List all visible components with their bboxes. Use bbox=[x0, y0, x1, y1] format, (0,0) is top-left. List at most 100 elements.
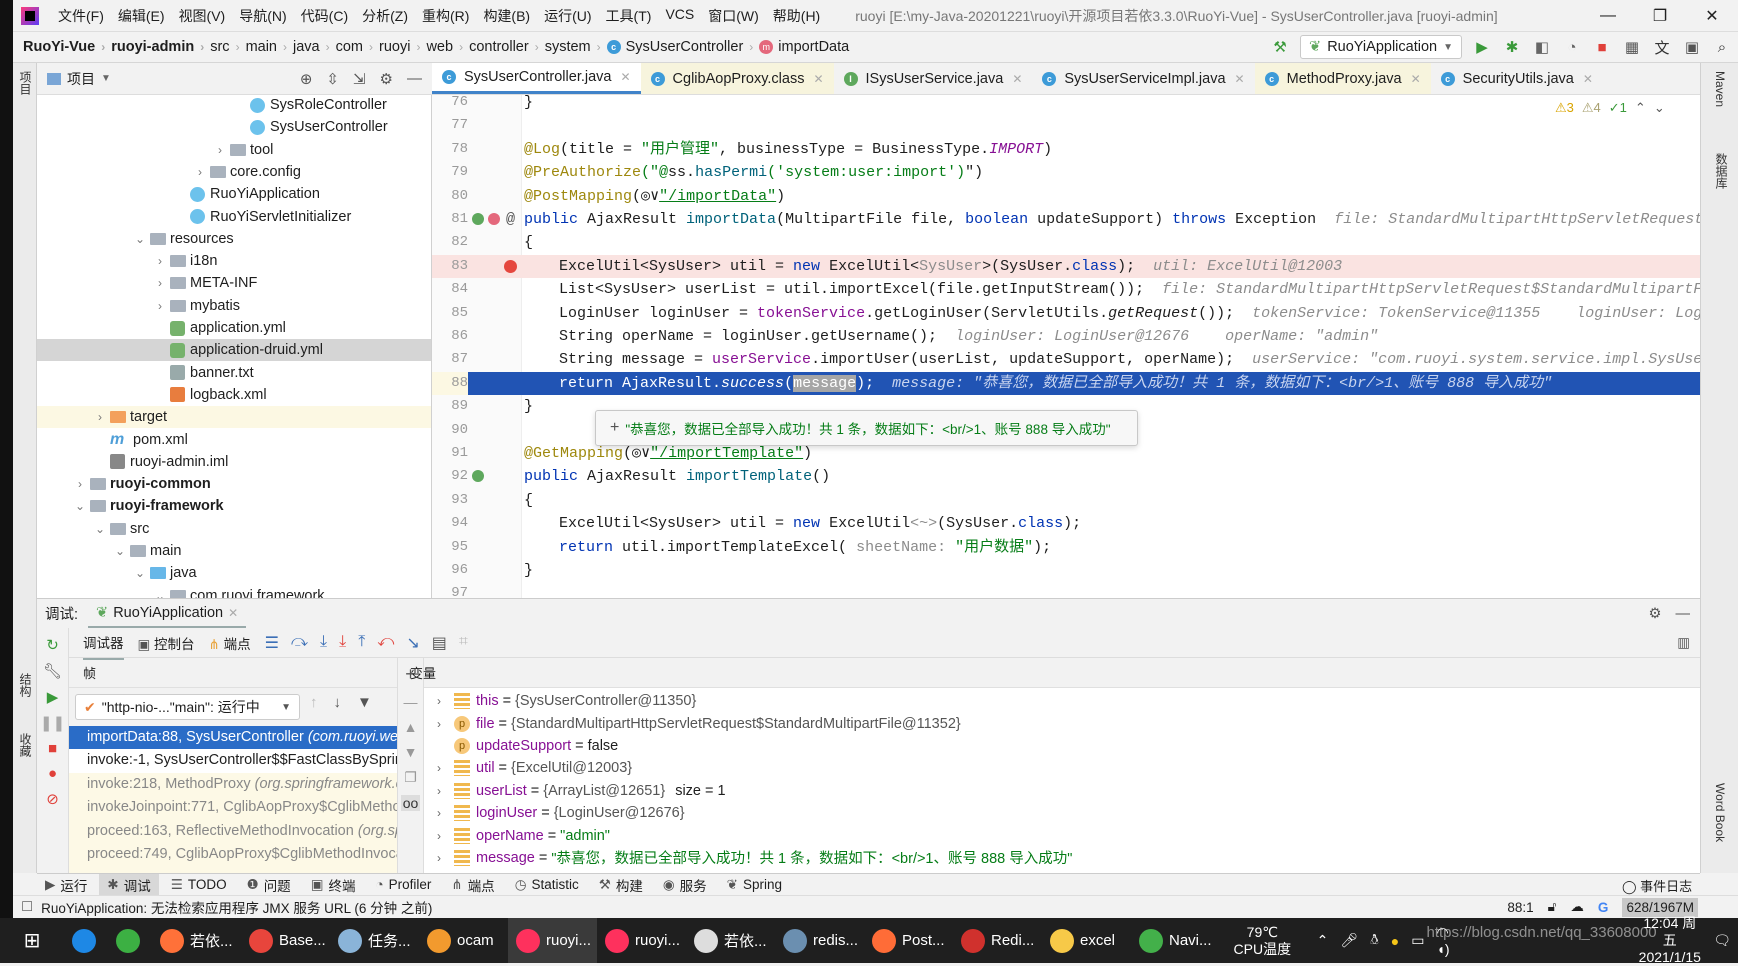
spring-bean-icon[interactable] bbox=[472, 470, 484, 483]
breadcrumb-item[interactable]: ruoyi › bbox=[379, 39, 426, 55]
profile-icon[interactable]: ◔ bbox=[1562, 39, 1582, 56]
menu-item[interactable]: 视图(V) bbox=[172, 6, 233, 26]
force-step-into-icon[interactable]: ⤓ bbox=[339, 633, 346, 653]
chevron-right-icon[interactable]: › bbox=[424, 761, 454, 775]
close-tab-icon[interactable]: ✕ bbox=[620, 70, 630, 84]
project-tool-button[interactable]: 项目 bbox=[17, 71, 34, 95]
network-icon[interactable]: ◠ ◖) https://blog.csdn.net/qq_33608000 bbox=[1426, 924, 1656, 957]
tool-window-tab[interactable]: ☰ TODO bbox=[163, 874, 235, 895]
arrow-down-icon[interactable]: ↓ bbox=[334, 694, 342, 711]
line-number[interactable]: 77 bbox=[432, 114, 468, 137]
lock-icon[interactable]: 🔓︎ bbox=[1548, 899, 1557, 915]
chevron-right-icon[interactable]: › bbox=[90, 410, 110, 424]
line-number[interactable]: 89 bbox=[432, 395, 468, 418]
maven-tool-button[interactable]: Maven bbox=[1713, 71, 1727, 107]
variable-row[interactable]: › userList = {ArrayList@12651} size = 1 bbox=[424, 780, 726, 802]
menu-item[interactable]: 代码(C) bbox=[294, 6, 355, 26]
editor-tab[interactable]: c SysUserServiceImpl.java ✕ bbox=[1032, 63, 1254, 94]
tool-window-tab[interactable]: ◷ Statistic bbox=[507, 874, 587, 895]
move-up-icon[interactable]: ▲ bbox=[404, 719, 418, 735]
tool-window-tab[interactable]: ❶ 问题 bbox=[239, 874, 299, 895]
build-hammer-icon[interactable]: ⚒ bbox=[1270, 38, 1290, 56]
breakpoint-icon[interactable] bbox=[504, 259, 517, 273]
close-tab-icon[interactable]: ✕ bbox=[813, 72, 823, 86]
pause-icon[interactable]: ❚❚ bbox=[40, 714, 65, 732]
line-number[interactable]: 97 bbox=[432, 582, 468, 598]
chevron-right-icon[interactable]: › bbox=[190, 165, 210, 179]
chevron-down-icon[interactable]: ⌄ bbox=[110, 544, 130, 558]
tab-endpoints[interactable]: ⋔ 端点 bbox=[209, 633, 251, 653]
word-book-tool-button[interactable]: Word Book bbox=[1713, 783, 1727, 842]
step-into-icon[interactable]: ⤓ bbox=[320, 633, 327, 653]
tree-item[interactable]: RuoYiApplication bbox=[37, 183, 431, 205]
chevron-down-icon[interactable]: ⌄ bbox=[130, 566, 150, 580]
variable-row[interactable]: › message = "恭喜您，数据已全部导入成功！共 1 条，数据如下：<br/>… bbox=[424, 847, 1072, 869]
stack-frame[interactable]: invokeJoinpoint:771, CglibAopProxy$Cglib… bbox=[69, 796, 397, 819]
chevron-down-icon[interactable]: ▼ bbox=[101, 73, 111, 84]
cloud-gear-icon[interactable]: ☁ bbox=[1570, 899, 1584, 915]
close-button[interactable]: ✕ bbox=[1686, 6, 1738, 26]
chevron-down-icon[interactable]: ⌄ bbox=[1654, 100, 1665, 116]
show-execution-point-icon[interactable]: ☰ bbox=[265, 633, 279, 653]
breadcrumb-item[interactable]: m importData bbox=[759, 39, 849, 55]
stop-icon[interactable]: ■ bbox=[1592, 39, 1612, 56]
breadcrumb-item[interactable]: ruoyi-admin › bbox=[111, 39, 210, 55]
filter-icon[interactable]: ▼ bbox=[357, 694, 372, 711]
translate-icon[interactable]: 文 bbox=[1652, 37, 1672, 58]
taskbar-app[interactable]: 若依... bbox=[152, 918, 241, 963]
collapse-all-icon[interactable]: ⇲ bbox=[353, 70, 366, 88]
microphone-icon[interactable]: 🎤︎ bbox=[1340, 932, 1358, 949]
menu-item[interactable]: 文件(F) bbox=[51, 6, 111, 26]
rerun-icon[interactable]: ↻ bbox=[46, 636, 59, 654]
gear-icon[interactable]: ⚙ bbox=[380, 70, 393, 88]
caret-position[interactable]: 88:1 bbox=[1507, 900, 1533, 915]
tab-debugger[interactable]: 调试器 bbox=[83, 626, 124, 660]
stop-icon[interactable]: ■ bbox=[48, 740, 57, 757]
search-icon[interactable]: ⌕ bbox=[1712, 39, 1732, 56]
run-to-cursor-icon[interactable]: ↘ bbox=[406, 633, 419, 653]
line-number[interactable]: 92 bbox=[432, 465, 468, 488]
tree-item[interactable]: logback.xml bbox=[37, 384, 431, 406]
line-number[interactable]: 91 bbox=[432, 442, 468, 465]
breadcrumb-item[interactable]: com › bbox=[336, 39, 379, 55]
breadcrumb-item[interactable]: web › bbox=[426, 39, 469, 55]
tree-item[interactable]: banner.txt bbox=[37, 362, 431, 384]
variable-row[interactable]: › util = {ExcelUtil@12003} bbox=[424, 757, 632, 779]
inspection-widget[interactable]: ⚠3 ⚠4 ✓1 ⌃ ⌄ bbox=[1555, 100, 1665, 116]
status-message[interactable]: RuoYiApplication: 无法检索应用程序 JMX 服务 URL (6… bbox=[41, 897, 432, 917]
tree-item[interactable]: › mybatis bbox=[37, 295, 431, 317]
breadcrumb-item[interactable]: c SysUserController › bbox=[606, 39, 760, 55]
chevron-right-icon[interactable]: › bbox=[150, 254, 170, 268]
tree-item[interactable]: › tool bbox=[37, 139, 431, 161]
evaluate-expression-icon[interactable]: ▤ bbox=[432, 633, 447, 653]
chevron-right-icon[interactable]: › bbox=[70, 477, 90, 491]
tree-item[interactable]: › ruoyi-common bbox=[37, 473, 431, 495]
chevron-right-icon[interactable]: › bbox=[150, 299, 170, 313]
menu-item[interactable]: 工具(T) bbox=[599, 6, 659, 26]
menu-item[interactable]: 分析(Z) bbox=[355, 6, 415, 26]
editor-tab[interactable]: c SysUserController.java ✕ bbox=[432, 63, 641, 94]
structure-tool-button[interactable]: 结构 bbox=[17, 673, 34, 697]
hide-icon[interactable]: — bbox=[407, 70, 422, 88]
menu-item[interactable]: 构建(B) bbox=[476, 6, 537, 26]
tool-window-tab[interactable]: ⋔ 端点 bbox=[443, 874, 502, 895]
menu-item[interactable]: 导航(N) bbox=[232, 6, 293, 26]
editor-tab[interactable]: c SecurityUtils.java ✕ bbox=[1431, 63, 1603, 94]
chevron-up-icon[interactable]: ⌃ bbox=[1635, 100, 1646, 116]
weak-warnings-count[interactable]: ⚠4 bbox=[1582, 100, 1601, 116]
clock-date[interactable]: 2021/1/15 bbox=[1638, 949, 1701, 966]
show-hidden-icons-chevron-icon[interactable]: ⌃ bbox=[1317, 932, 1329, 949]
chevron-right-icon[interactable]: › bbox=[424, 694, 454, 708]
tree-item[interactable]: ruoyi-admin.iml bbox=[37, 451, 431, 473]
tree-item[interactable]: › core.config bbox=[37, 161, 431, 183]
notification-icon[interactable]: 🗨︎ bbox=[1713, 932, 1731, 949]
chevron-right-icon[interactable]: › bbox=[424, 806, 454, 820]
taskbar-app[interactable]: ruoyi... bbox=[597, 918, 686, 963]
line-number[interactable]: 78 bbox=[432, 138, 468, 161]
variable-row[interactable]: › this = {SysUserController@11350} bbox=[424, 690, 696, 712]
step-out-icon[interactable]: ⤒ bbox=[358, 633, 365, 653]
breadcrumb-item[interactable]: java › bbox=[293, 39, 336, 55]
tree-item[interactable]: ⌄ java bbox=[37, 562, 431, 584]
coverage-icon[interactable]: ◧ bbox=[1532, 38, 1552, 56]
menu-item[interactable]: 帮助(H) bbox=[766, 6, 827, 26]
